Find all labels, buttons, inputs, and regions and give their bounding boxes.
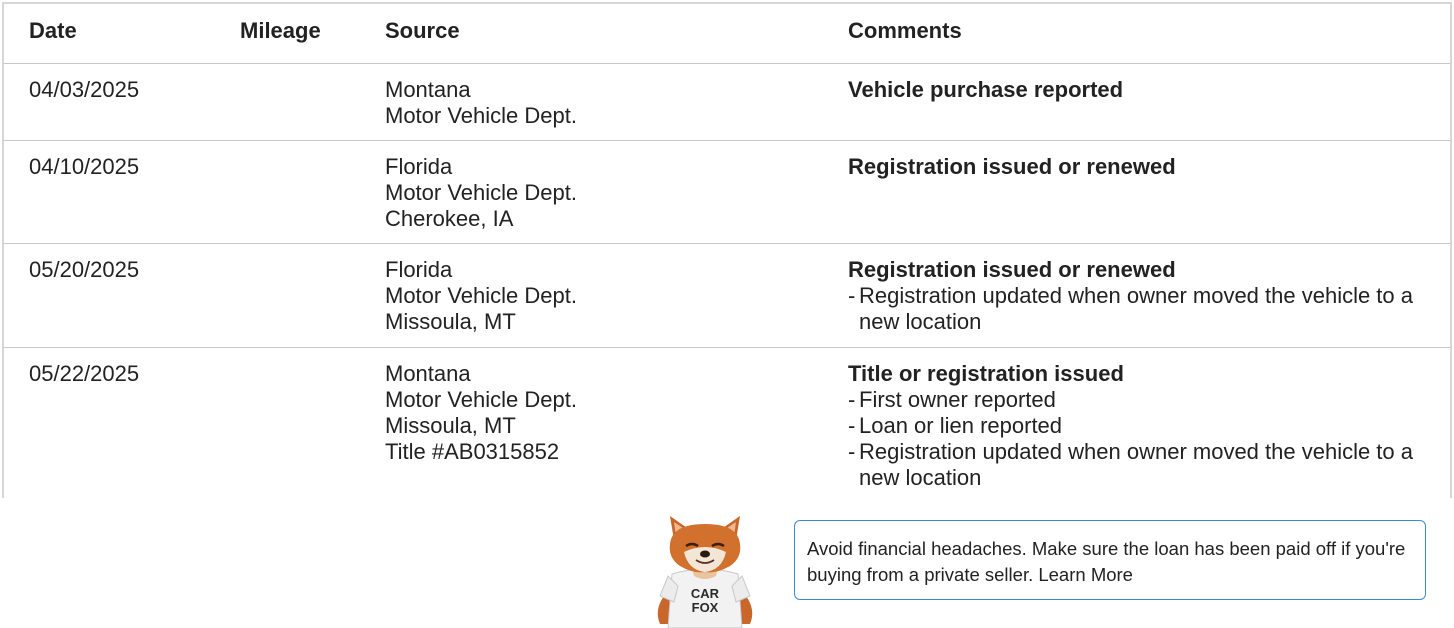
comment-title: Registration issued or renewed [848, 154, 1176, 179]
row-comments: Title or registration issued First owner… [848, 361, 1428, 491]
row-source: Florida Motor Vehicle Dept. Missoula, MT [385, 257, 577, 335]
mascot-shirt-text-2: FOX [692, 600, 719, 615]
row-date: 05/20/2025 [29, 257, 140, 282]
row-source: Montana Motor Vehicle Dept. Missoula, MT… [385, 361, 577, 465]
header-mileage: Mileage [240, 18, 321, 43]
header-date: Date [29, 18, 77, 43]
row-comments: Registration issued or renewed [848, 154, 1428, 180]
source-line: Missoula, MT [385, 309, 516, 334]
header-comments: Comments [848, 18, 962, 43]
source-line: Motor Vehicle Dept. [385, 387, 577, 412]
source-line: Florida [385, 154, 453, 179]
comment-title: Vehicle purchase reported [848, 77, 1124, 102]
comment-item: Loan or lien reported [848, 413, 1428, 439]
table-row: 05/20/2025 Florida Motor Vehicle Dept. M… [4, 244, 1450, 348]
row-source: Florida Motor Vehicle Dept. Cherokee, IA [385, 154, 577, 232]
history-table: Date Mileage Source Comments 04/03/2025 … [2, 2, 1452, 498]
source-line: Motor Vehicle Dept. [385, 283, 577, 308]
table-header-row: Date Mileage Source Comments [4, 4, 1450, 64]
row-comments: Vehicle purchase reported [848, 77, 1428, 103]
comment-title: Registration issued or renewed [848, 257, 1176, 282]
source-line: Motor Vehicle Dept. [385, 180, 577, 205]
table-row: 05/22/2025 Montana Motor Vehicle Dept. M… [4, 348, 1450, 498]
row-date: 04/03/2025 [29, 77, 140, 102]
row-source: Montana Motor Vehicle Dept. [385, 77, 577, 129]
row-date: 05/22/2025 [29, 361, 140, 386]
loan-tip-box: Avoid financial headaches. Make sure the… [794, 520, 1426, 600]
source-line: Montana [385, 361, 471, 386]
table-row: 04/03/2025 Montana Motor Vehicle Dept. V… [4, 64, 1450, 141]
source-line: Cherokee, IA [385, 206, 514, 231]
source-line: Missoula, MT [385, 413, 516, 438]
comment-item: First owner reported [848, 387, 1428, 413]
header-source: Source [385, 18, 460, 43]
source-line: Title #AB0315852 [385, 439, 560, 464]
comment-item: Registration updated when owner moved th… [848, 283, 1428, 335]
comment-item: Registration updated when owner moved th… [848, 439, 1428, 491]
carfox-promo: CAR FOX Avoid financial headaches. Make … [650, 510, 1450, 628]
source-line: Motor Vehicle Dept. [385, 103, 577, 128]
source-line: Florida [385, 257, 453, 282]
learn-more-link[interactable]: Learn More [1038, 564, 1133, 585]
carfox-mascot-icon: CAR FOX [657, 516, 753, 628]
mascot-shirt-text-1: CAR [691, 586, 720, 601]
comment-title: Title or registration issued [848, 361, 1124, 386]
row-date: 04/10/2025 [29, 154, 140, 179]
row-comments: Registration issued or renewed Registrat… [848, 257, 1428, 335]
source-line: Montana [385, 77, 471, 102]
table-row: 04/10/2025 Florida Motor Vehicle Dept. C… [4, 141, 1450, 244]
